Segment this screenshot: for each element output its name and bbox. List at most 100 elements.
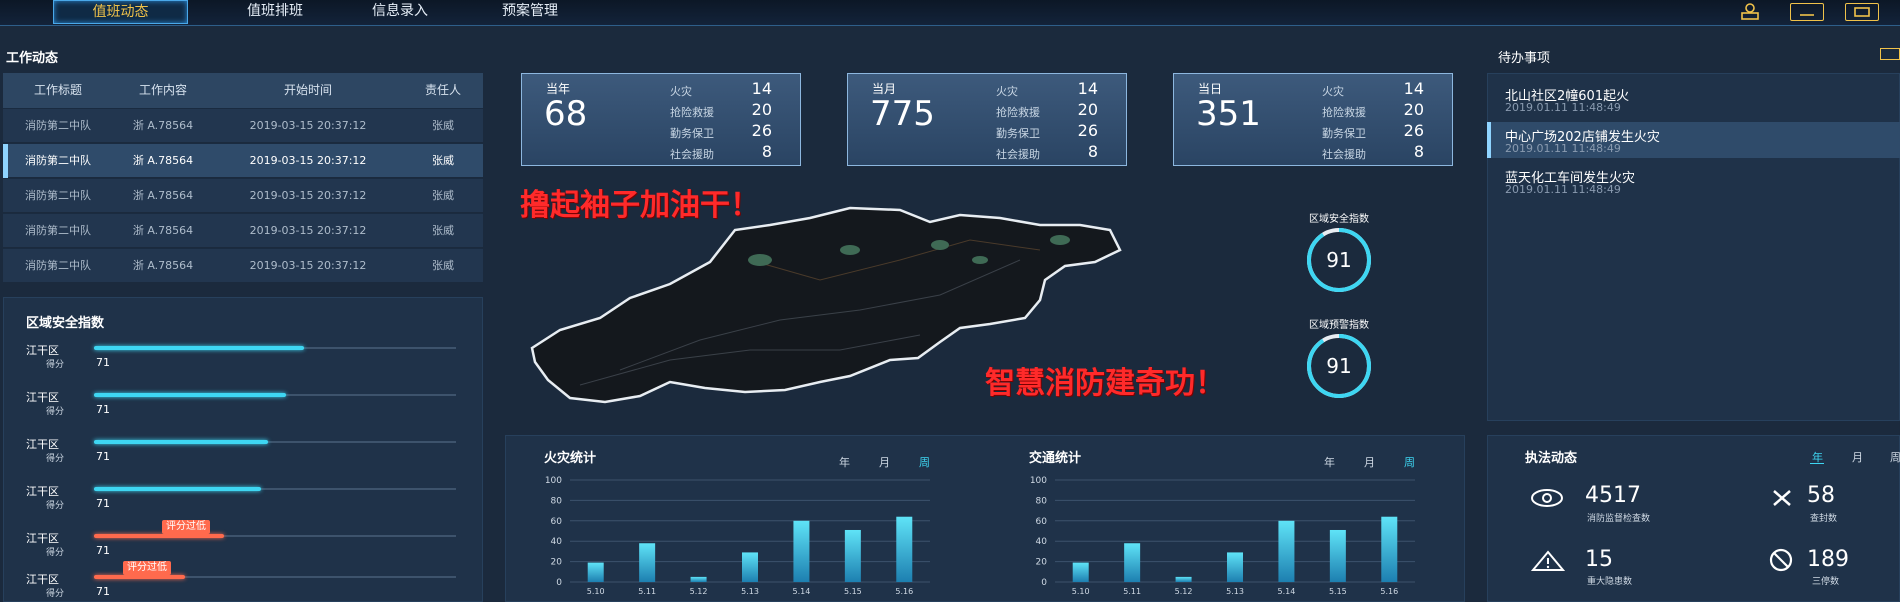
table-cell: 2019-03-15 20:37:12 [249, 189, 367, 202]
table-row[interactable]: 消防第二中队 浙 A.78564 2019-03-15 20:37:12 张威 [3, 178, 483, 212]
todo-item-time: 2019.01.11 11:48:49 [1505, 101, 1621, 114]
law-value: 189 [1807, 547, 1849, 572]
table-row[interactable]: 消防第二中队 浙 A.78564 2019-03-15 20:37:12 张威 [3, 213, 483, 247]
y-tick-label: 20 [1036, 558, 1048, 568]
slogan-bottom: 智慧消防建奇功！ [985, 366, 1225, 401]
todo-item[interactable]: 蓝天化工车间发生火灾 2019.01.11 11:48:49 [1487, 163, 1900, 199]
table-cell: 张威 [432, 224, 454, 237]
law-tab-week[interactable]: 周 [1890, 449, 1900, 465]
bar-chart: 0 20 40 60 80 100 5.10 5.11 5.12 5.13 5.14 5.15 5.16 [545, 476, 930, 596]
bar[interactable] [1175, 576, 1192, 582]
user-icon[interactable] [1735, 3, 1765, 21]
bar[interactable] [690, 576, 707, 582]
table-row[interactable]: 消防第二中队 浙 A.78564 2019-03-15 20:37:12 张威 [3, 143, 483, 178]
table-cell: 浙 A.78564 [132, 224, 194, 237]
stat-category-value: 20 [1403, 100, 1424, 119]
bar[interactable] [742, 552, 758, 582]
x-tick-label: 5.13 [741, 587, 759, 596]
index-bar-fill [94, 575, 185, 579]
table-cell: 浙 A.78564 [132, 119, 194, 132]
stat-category-value: 26 [1403, 121, 1424, 140]
bar[interactable] [1381, 516, 1398, 582]
table-cell: 张威 [432, 119, 454, 132]
bar[interactable] [587, 562, 604, 582]
stat-category: 火灾 [670, 85, 692, 98]
todo-item[interactable]: 北山社区2幢601起火 2019.01.11 11:48:49 [1487, 81, 1900, 117]
chart-tab[interactable]: 年 [839, 454, 850, 470]
y-tick-label: 40 [1036, 537, 1048, 547]
nav-tab-info-entry[interactable]: 信息录入 [350, 0, 450, 24]
chart-tab[interactable]: 年 [1324, 454, 1335, 470]
y-tick-label: 100 [1030, 476, 1047, 486]
safety-index-row: 江干区 得分 71 评分过低 [26, 520, 456, 566]
chart-title: 火灾统计 [544, 451, 597, 466]
chart-title: 交通统计 [1029, 451, 1082, 466]
district-name: 江干区 [26, 438, 59, 451]
score-value: 71 [96, 544, 110, 557]
law-label: 重大隐患数 [1587, 577, 1633, 587]
stat-category: 社会援助 [996, 148, 1040, 161]
column-header: 开始时间 [283, 83, 332, 97]
bar[interactable] [1227, 552, 1243, 582]
table-cell: 消防第二中队 [25, 119, 91, 132]
score-value: 71 [96, 403, 110, 416]
stat-category-value: 14 [1077, 79, 1098, 98]
index-bar-fill [94, 534, 224, 538]
table-cell: 消防第二中队 [25, 189, 91, 202]
chart-tab[interactable]: 月 [879, 454, 890, 470]
chart-tab[interactable]: 周 [1404, 454, 1415, 470]
stat-category: 社会援助 [1322, 148, 1366, 161]
table-row[interactable]: 消防第二中队 浙 A.78564 2019-03-15 20:37:12 张威 [3, 248, 483, 282]
stat-category-value: 26 [1077, 121, 1098, 140]
nav-tab-duty-status[interactable]: 值班动态 [53, 0, 188, 24]
table-cell: 2019-03-15 20:37:12 [249, 154, 367, 167]
district-name: 江干区 [26, 485, 59, 498]
minimize-icon[interactable] [1790, 3, 1824, 21]
low-score-tag: 评分过低 [123, 561, 171, 575]
chart-tab[interactable]: 月 [1364, 454, 1375, 470]
stat-category-value: 14 [1403, 79, 1424, 98]
table-cell: 消防第二中队 [25, 259, 91, 272]
bar[interactable] [844, 529, 861, 582]
maximize-icon[interactable] [1845, 3, 1879, 21]
close-icon [1773, 490, 1791, 506]
nav-tab-duty-schedule[interactable]: 值班排班 [225, 0, 325, 24]
table-row[interactable]: 消防第二中队 浙 A.78564 2019-03-15 20:37:12 张威 [3, 108, 483, 142]
nav-tab-plan-management[interactable]: 预案管理 [475, 0, 585, 24]
law-tab-underline [1810, 463, 1824, 464]
x-tick-label: 5.16 [895, 587, 913, 596]
bar[interactable] [896, 516, 913, 582]
table-cell: 2019-03-15 20:37:12 [249, 119, 367, 132]
x-tick-label: 5.12 [690, 587, 708, 596]
safety-index-title: 区域安全指数 [26, 316, 105, 331]
table-cell: 张威 [432, 154, 454, 167]
table-cell: 张威 [432, 259, 454, 272]
bar[interactable] [1072, 562, 1089, 582]
x-tick-label: 5.15 [844, 587, 862, 596]
todo-item[interactable]: 中心广场202店铺发生火灾 2019.01.11 11:48:49 [1487, 122, 1900, 158]
x-tick-label: 5.14 [793, 587, 811, 596]
bar[interactable] [793, 520, 810, 582]
score-label: 得分 [46, 589, 65, 599]
bar[interactable] [639, 543, 656, 582]
table-cell: 张威 [432, 189, 454, 202]
district-name: 江干区 [26, 344, 59, 357]
gauge-value: 91 [1326, 354, 1352, 378]
more-icon[interactable] [1880, 48, 1900, 60]
table-cell: 2019-03-15 20:37:12 [249, 259, 367, 272]
score-label: 得分 [46, 407, 65, 417]
bar[interactable] [1329, 529, 1346, 582]
stat-card: 当月 775 火灾 14 抢险救援 20 勤务保卫 26 社会援助 8 [847, 73, 1127, 166]
chart-tab[interactable]: 周 [919, 454, 930, 470]
x-tick-label: 5.11 [638, 587, 656, 596]
bar[interactable] [1278, 520, 1295, 582]
table-cell: 浙 A.78564 [132, 259, 194, 272]
x-tick-label: 5.11 [1123, 587, 1141, 596]
bar[interactable] [1124, 543, 1141, 582]
district-name: 江干区 [26, 391, 59, 404]
law-tab-month[interactable]: 月 [1852, 449, 1863, 465]
y-tick-label: 40 [551, 537, 563, 547]
law-value: 4517 [1585, 483, 1641, 508]
work-status-title: 工作动态 [6, 51, 59, 66]
score-value: 71 [96, 497, 110, 510]
